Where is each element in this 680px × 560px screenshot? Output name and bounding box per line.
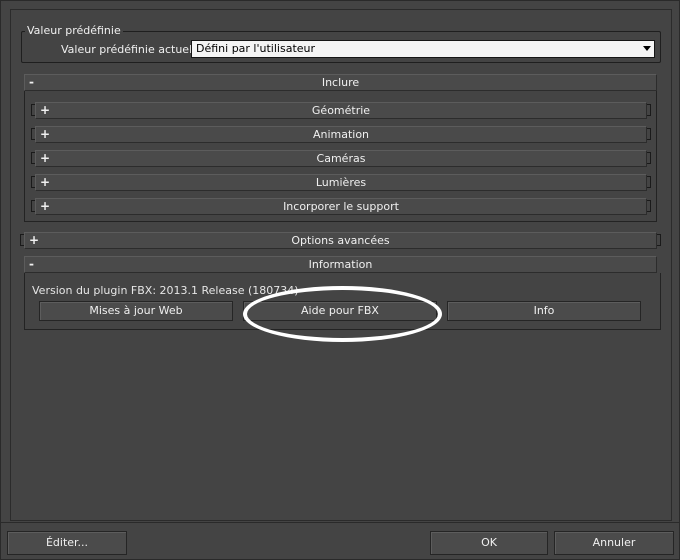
rollout-include-title: Inclure — [321, 76, 360, 89]
rollout-include[interactable]: - Inclure — [24, 74, 657, 91]
expand-icon: + — [40, 151, 51, 165]
rollout-geometry[interactable]: + Géométrie — [35, 102, 647, 119]
web-updates-button[interactable]: Mises à jour Web — [39, 301, 233, 321]
rollout-geometry-title: Géométrie — [311, 104, 371, 117]
info-button[interactable]: Info — [447, 301, 641, 321]
current-preset-value: Défini par l'utilisateur — [196, 42, 316, 55]
fbx-export-dialog: Valeur prédéfinie Valeur prédéfinie actu… — [0, 0, 680, 560]
dropdown-arrow-icon[interactable] — [643, 46, 651, 51]
current-preset-label: Valeur prédéfinie actuelle: — [61, 43, 206, 56]
rollout-information-title: Information — [308, 258, 373, 271]
bracket-right — [647, 152, 651, 164]
rollout-cameras[interactable]: + Caméras — [35, 150, 647, 167]
preset-group-title: Valeur prédéfinie — [25, 24, 123, 37]
rollout-advanced-options[interactable]: + Options avancées — [24, 232, 657, 249]
highlight-ellipse-annotation — [243, 286, 442, 342]
fbx-plugin-version: Version du plugin FBX: 2013.1 Release (1… — [32, 284, 299, 297]
rollout-embed-media-title: Incorporer le support — [283, 200, 399, 213]
footer-separator — [1, 522, 680, 523]
bracket-right — [647, 176, 651, 188]
expand-icon: + — [29, 233, 40, 247]
rollout-animation-title: Animation — [312, 128, 370, 141]
ok-button[interactable]: OK — [430, 531, 548, 555]
expand-icon: + — [40, 175, 51, 189]
rollout-advanced-options-title: Options avancées — [291, 234, 390, 247]
bracket-right — [647, 200, 651, 212]
bracket-right — [647, 104, 651, 116]
rollout-information[interactable]: - Information — [24, 256, 657, 273]
bracket-right — [657, 234, 661, 246]
rollout-embed-media[interactable]: + Incorporer le support — [35, 198, 647, 215]
rollout-lights-title: Lumières — [315, 176, 367, 189]
edit-button[interactable]: Éditer... — [7, 531, 127, 555]
collapse-icon: - — [29, 75, 34, 89]
rollout-cameras-title: Caméras — [316, 152, 366, 165]
expand-icon: + — [40, 199, 51, 213]
collapse-icon: - — [29, 257, 34, 271]
cancel-button[interactable]: Annuler — [554, 531, 674, 555]
bracket-right — [647, 128, 651, 140]
rollout-animation[interactable]: + Animation — [35, 126, 647, 143]
expand-icon: + — [40, 103, 51, 117]
expand-icon: + — [40, 127, 51, 141]
rollout-lights[interactable]: + Lumières — [35, 174, 647, 191]
current-preset-dropdown[interactable]: Défini par l'utilisateur — [191, 40, 655, 58]
